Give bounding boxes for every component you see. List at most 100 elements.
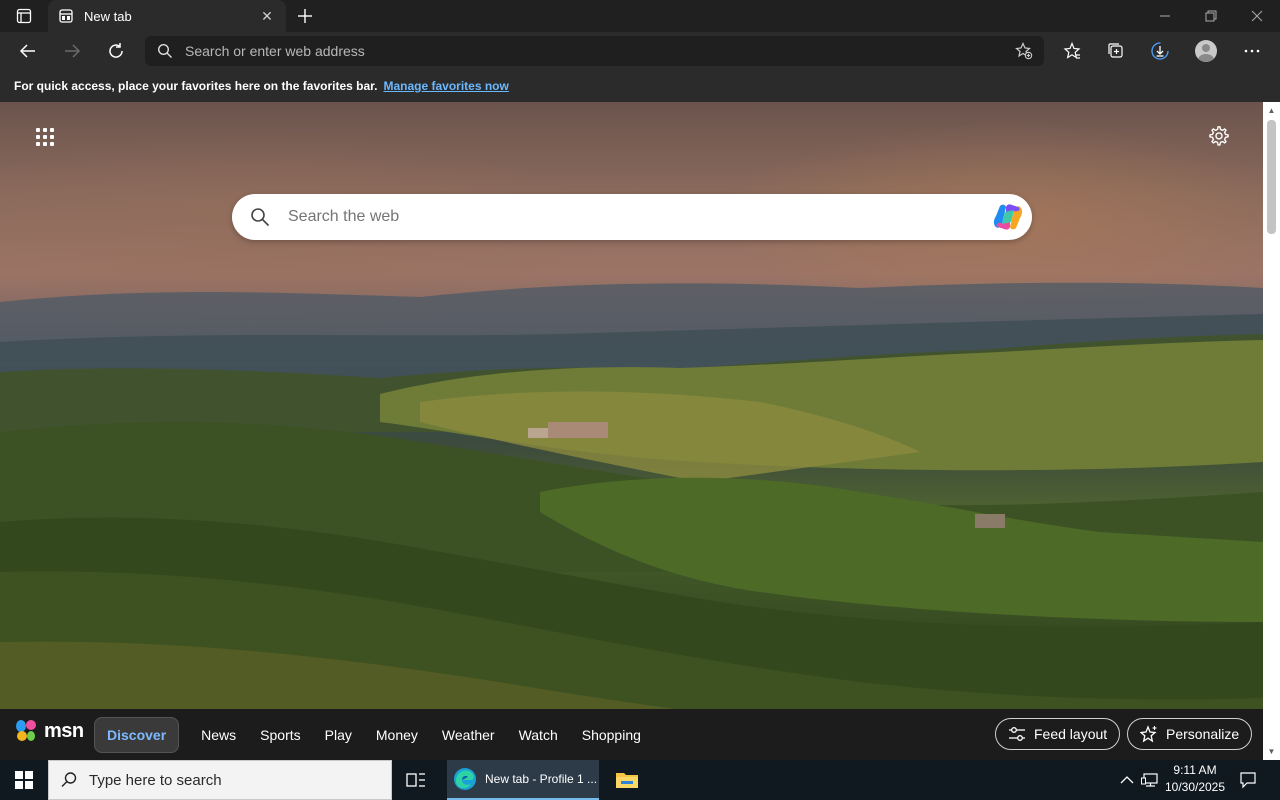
network-button[interactable] [1139, 760, 1161, 800]
tab-actions-button[interactable] [10, 5, 38, 27]
collections-button[interactable] [1101, 36, 1131, 66]
refresh-button[interactable] [101, 36, 131, 66]
msn-nav: Discover News Sports Play Money Weather … [94, 717, 653, 753]
show-hidden-icons-button[interactable] [1116, 760, 1138, 800]
forward-button[interactable] [57, 36, 87, 66]
copilot-icon[interactable] [984, 202, 1032, 232]
web-search-box[interactable] [232, 194, 1032, 240]
collections-icon [1108, 43, 1123, 58]
windows-taskbar: Type here to search New tab - Profile 1 … [0, 760, 1280, 800]
app-launcher-button[interactable] [30, 122, 58, 150]
app-launcher-dot [36, 128, 40, 132]
app-launcher-dot [36, 135, 40, 139]
page-scrollbar[interactable]: ▲ ▼ [1263, 102, 1280, 760]
search-icon [145, 43, 185, 59]
notifications-button[interactable] [1234, 760, 1262, 800]
feed-layout-label: Feed layout [1034, 726, 1108, 742]
msn-nav-shopping[interactable]: Shopping [570, 717, 653, 753]
msn-logo-text: msn [44, 719, 84, 742]
download-icon [1151, 42, 1169, 60]
browser-toolbar: Search or enter web address [0, 32, 1280, 70]
page-settings-button[interactable] [1205, 122, 1233, 150]
chevron-up-icon [1120, 776, 1134, 784]
favorites-bar: For quick access, place your favorites h… [0, 70, 1280, 102]
msn-nav-watch[interactable]: Watch [507, 717, 570, 753]
personalize-label: Personalize [1166, 726, 1240, 742]
address-input-placeholder[interactable]: Search or enter web address [185, 43, 1004, 59]
taskbar-search-box[interactable]: Type here to search [48, 760, 392, 800]
minimize-icon [1160, 15, 1170, 17]
app-launcher-dot [50, 142, 54, 146]
windows-logo-icon [15, 771, 33, 789]
personalize-button[interactable]: Personalize [1127, 718, 1253, 750]
tab-actions-icon [16, 8, 32, 24]
new-tab-button[interactable] [292, 5, 318, 27]
refresh-icon [109, 43, 123, 58]
scrollbar-thumb[interactable] [1267, 120, 1276, 234]
back-arrow-icon [19, 44, 35, 58]
app-launcher-dot [50, 135, 54, 139]
scroll-up-arrow-icon[interactable]: ▲ [1263, 102, 1280, 119]
msn-nav-discover[interactable]: Discover [94, 717, 180, 753]
taskbar-edge-window[interactable]: New tab - Profile 1 ... [447, 760, 599, 800]
restore-icon [1205, 10, 1217, 22]
msn-nav-play[interactable]: Play [313, 717, 364, 753]
file-explorer-button[interactable] [611, 760, 643, 800]
feed-layout-button[interactable]: Feed layout [995, 718, 1121, 750]
msn-logo[interactable]: msn [14, 719, 84, 743]
favorites-bar-message: For quick access, place your favorites h… [14, 79, 378, 93]
tab-title: New tab [84, 8, 132, 24]
app-launcher-dot [43, 142, 47, 146]
folder-icon [616, 773, 638, 788]
avatar [1195, 40, 1217, 62]
tab-new-tab[interactable]: New tab ✕ [48, 0, 286, 32]
search-icon [49, 771, 89, 789]
search-icon [232, 207, 288, 227]
add-favorite-icon[interactable] [1004, 42, 1044, 60]
msn-nav-news[interactable]: News [189, 717, 248, 753]
gear-icon [1209, 126, 1229, 146]
sparkle-star-icon [1140, 725, 1158, 743]
edge-browser-icon [454, 768, 476, 790]
more-options-icon [1244, 49, 1260, 53]
app-launcher-dot [50, 128, 54, 132]
msn-nav-weather[interactable]: Weather [430, 717, 507, 753]
taskbar-edge-label: New tab - Profile 1 ... [485, 772, 598, 786]
new-tab-page-icon [58, 8, 74, 24]
msn-butterfly-icon [16, 720, 36, 741]
favorites-button[interactable] [1057, 36, 1087, 66]
app-launcher-dot [43, 135, 47, 139]
plus-icon [298, 9, 312, 23]
clock-time: 9:11 AM [1173, 763, 1217, 777]
close-window-button[interactable] [1234, 0, 1280, 32]
manage-favorites-link[interactable]: Manage favorites now [383, 79, 508, 93]
profile-button[interactable] [1191, 36, 1221, 66]
title-bar: New tab ✕ [0, 0, 1280, 32]
msn-nav-sports[interactable]: Sports [248, 717, 312, 753]
msn-bar: msn Discover News Sports Play Money Weat… [0, 709, 1263, 760]
settings-more-button[interactable] [1237, 36, 1267, 66]
notification-icon [1240, 772, 1256, 789]
scroll-down-arrow-icon[interactable]: ▼ [1263, 743, 1280, 760]
app-launcher-dot [43, 128, 47, 132]
task-view-icon [406, 773, 425, 787]
taskbar-search-placeholder: Type here to search [89, 771, 222, 789]
favorites-star-icon [1063, 42, 1081, 59]
web-search-input[interactable] [288, 208, 984, 226]
back-button[interactable] [13, 36, 43, 66]
sliders-icon [1008, 726, 1026, 742]
forward-arrow-icon [65, 44, 81, 58]
taskbar-clock[interactable]: 9:11 AM 10/30/2025 [1160, 762, 1230, 796]
task-view-button[interactable] [400, 760, 432, 800]
network-icon [1141, 773, 1158, 787]
app-launcher-dot [36, 142, 40, 146]
msn-nav-money[interactable]: Money [364, 717, 430, 753]
minimize-button[interactable] [1142, 0, 1188, 32]
address-bar[interactable]: Search or enter web address [145, 36, 1044, 66]
downloads-button[interactable] [1145, 36, 1175, 66]
start-button[interactable] [0, 760, 48, 800]
close-icon [1251, 10, 1263, 22]
new-tab-page: msn Discover News Sports Play Money Weat… [0, 102, 1263, 760]
close-tab-icon[interactable]: ✕ [258, 7, 276, 25]
restore-button[interactable] [1188, 0, 1234, 32]
